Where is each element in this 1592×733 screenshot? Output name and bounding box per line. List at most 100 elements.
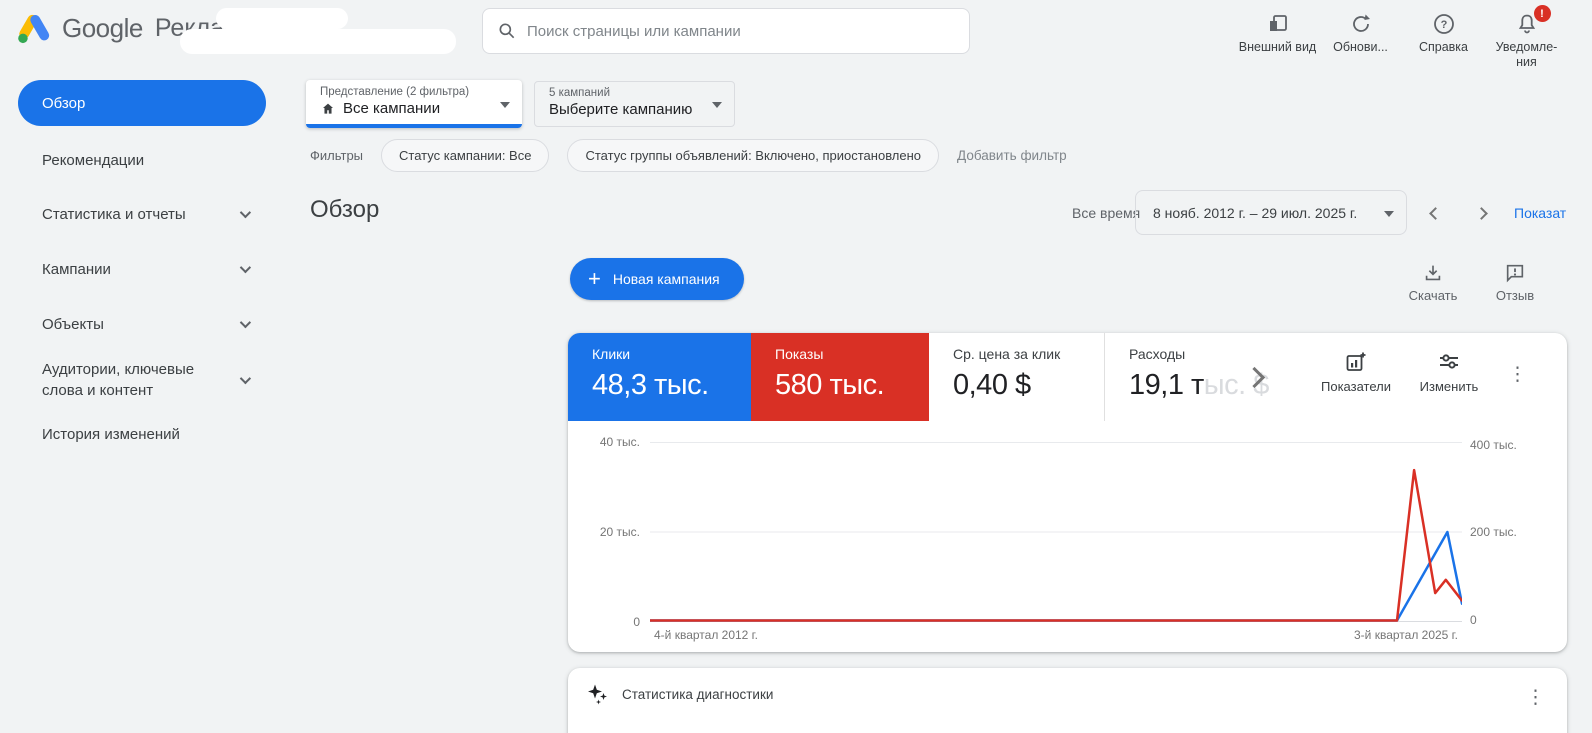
help-button[interactable]: ? Справка	[1402, 6, 1485, 70]
new-campaign-button[interactable]: + Новая кампания	[570, 258, 744, 300]
help-icon: ?	[1432, 10, 1456, 38]
show-link[interactable]: Показат	[1514, 205, 1592, 221]
scorecard-label: Ср. цена за клик	[953, 346, 1104, 362]
chevron-down-icon	[240, 262, 251, 273]
scorecards-next-button[interactable]	[1236, 359, 1272, 395]
sparkle-icon	[586, 682, 610, 706]
card-overflow-menu[interactable]: ⋮	[1508, 365, 1527, 384]
feedback-icon	[1504, 262, 1526, 284]
edit-button[interactable]: Изменить	[1411, 350, 1487, 394]
download-button[interactable]: Скачать	[1398, 262, 1468, 303]
diagnostics-title: Статистика диагностики	[622, 687, 773, 702]
sidebar-item-label: История изменений	[42, 426, 180, 443]
global-search[interactable]	[482, 8, 970, 54]
chevron-down-icon	[240, 317, 251, 328]
sidebar-item-change-history[interactable]: История изменений	[18, 416, 266, 452]
appearance-button[interactable]: Внешний вид	[1236, 6, 1319, 70]
view-selector-value: Все кампании	[343, 100, 440, 117]
svg-text:?: ?	[1440, 19, 1447, 31]
sidebar-item-label: Рекомендации	[42, 152, 144, 169]
chevron-left-icon	[1429, 207, 1442, 220]
right-axis-tick: 0	[1470, 613, 1477, 627]
scorecard-clicks[interactable]: Клики 48,3 тыс.	[568, 333, 751, 421]
download-label: Скачать	[1409, 288, 1458, 303]
chevron-right-icon	[1243, 366, 1264, 387]
timeseries-chart[interactable]	[650, 442, 1462, 622]
refresh-button[interactable]: Обнови...	[1319, 6, 1402, 70]
google-ads-logo-icon	[16, 12, 52, 45]
sidebar-item-campaigns[interactable]: Кампании	[18, 251, 266, 287]
scorecard-value: 48,3 тыс.	[592, 369, 751, 402]
right-axis-tick: 200 тыс.	[1470, 525, 1517, 539]
filter-chip-adgroup-status[interactable]: Статус группы объявлений: Включено, прио…	[567, 139, 939, 172]
appearance-label: Внешний вид	[1239, 40, 1316, 55]
campaign-selector-caption: 5 кампаний	[549, 87, 722, 99]
sidebar-item-recommendations[interactable]: Рекомендации	[18, 142, 266, 178]
search-input[interactable]	[527, 23, 955, 40]
diagnostics-card: Статистика диагностики ⋮	[568, 668, 1567, 733]
notifications-bell-icon: !	[1515, 10, 1539, 38]
help-label: Справка	[1419, 40, 1468, 55]
sidebar-item-label: Аудитории, ключевые слова и контент	[42, 359, 222, 401]
left-axis-tick: 20 тыс.	[570, 525, 640, 539]
tune-sliders-icon	[1437, 350, 1461, 374]
x-axis-last-tick: 3-й квартал 2025 г.	[1354, 628, 1458, 642]
view-selector-caption: Представление (2 фильтра)	[320, 86, 510, 98]
overview-card: Клики 48,3 тыс. Показы 580 тыс. Ср. цена…	[568, 333, 1567, 652]
new-campaign-label: Новая кампания	[613, 271, 720, 287]
refresh-icon	[1349, 10, 1373, 38]
add-filter-button[interactable]: Добавить фильтр	[957, 148, 1067, 163]
refresh-label: Обнови...	[1333, 40, 1388, 55]
feedback-label: Отзыв	[1496, 288, 1534, 303]
home-icon	[320, 101, 336, 117]
page-title: Обзор	[310, 196, 379, 224]
date-next-button[interactable]	[1468, 200, 1494, 226]
notification-badge: !	[1534, 5, 1551, 22]
scorecard-impressions[interactable]: Показы 580 тыс.	[751, 333, 929, 421]
topbar-actions: Внешний вид Обнови... ? Справка ! Уведом…	[1236, 6, 1568, 70]
filters-bar: Фильтры Статус кампании: Все Статус груп…	[310, 139, 1067, 172]
filters-label: Фильтры	[310, 148, 363, 163]
date-range-picker[interactable]: 8 нояб. 2012 г. – 29 июл. 2025 г.	[1135, 190, 1407, 235]
sidebar-item-audiences[interactable]: Аудитории, ключевые слова и контент	[18, 352, 266, 408]
plus-icon: +	[588, 268, 601, 290]
search-icon	[497, 21, 517, 41]
sidebar-item-label: Статистика и отчеты	[42, 206, 186, 223]
campaign-selector[interactable]: 5 кампаний Выберите кампанию	[534, 81, 735, 127]
sidebar-item-insights-reports[interactable]: Статистика и отчеты	[18, 196, 266, 232]
date-range-shortcut: Все время	[1072, 205, 1140, 221]
sidebar-item-label: Обзор	[42, 95, 85, 112]
notifications-label: Уведомле- ния	[1496, 40, 1558, 70]
sidebar-item-label: Кампании	[42, 261, 111, 278]
chevron-down-icon	[240, 207, 251, 218]
metrics-button[interactable]: Показатели	[1316, 350, 1396, 394]
left-axis-tick: 40 тыс.	[570, 435, 640, 449]
date-prev-button[interactable]	[1422, 200, 1448, 226]
scorecard-label: Показы	[775, 346, 929, 362]
notifications-button[interactable]: ! Уведомле- ния	[1485, 6, 1568, 70]
chevron-right-icon	[1475, 207, 1488, 220]
scorecard-label: Клики	[592, 346, 751, 362]
dropdown-caret-icon	[500, 102, 510, 108]
appearance-icon	[1266, 10, 1290, 38]
brand-google: Google	[62, 13, 143, 44]
filter-chip-campaign-status[interactable]: Статус кампании: Все	[381, 139, 549, 172]
sidebar-item-overview[interactable]: Обзор	[18, 80, 266, 126]
scorecard-value: 0,40 $	[953, 369, 1104, 402]
sidebar-item-assets[interactable]: Объекты	[18, 306, 266, 342]
dropdown-caret-icon	[1384, 211, 1394, 217]
dropdown-caret-icon	[712, 102, 722, 108]
edit-button-label: Изменить	[1420, 379, 1479, 394]
feedback-button[interactable]: Отзыв	[1480, 262, 1550, 303]
diagnostics-overflow-menu[interactable]: ⋮	[1526, 688, 1545, 707]
view-selector[interactable]: Представление (2 фильтра) Все кампании	[306, 80, 522, 128]
chevron-down-icon	[240, 373, 251, 384]
redacted-account-id	[180, 29, 456, 54]
left-axis-tick: 0	[570, 615, 640, 629]
scorecard-value: 580 тыс.	[775, 369, 929, 402]
right-axis-tick: 400 тыс.	[1470, 438, 1517, 452]
date-range-value: 8 нояб. 2012 г. – 29 июл. 2025 г.	[1153, 205, 1357, 221]
download-icon	[1422, 262, 1444, 284]
x-axis-first-tick: 4-й квартал 2012 г.	[654, 628, 758, 642]
scorecard-avg-cpc[interactable]: Ср. цена за клик 0,40 $	[929, 333, 1104, 421]
